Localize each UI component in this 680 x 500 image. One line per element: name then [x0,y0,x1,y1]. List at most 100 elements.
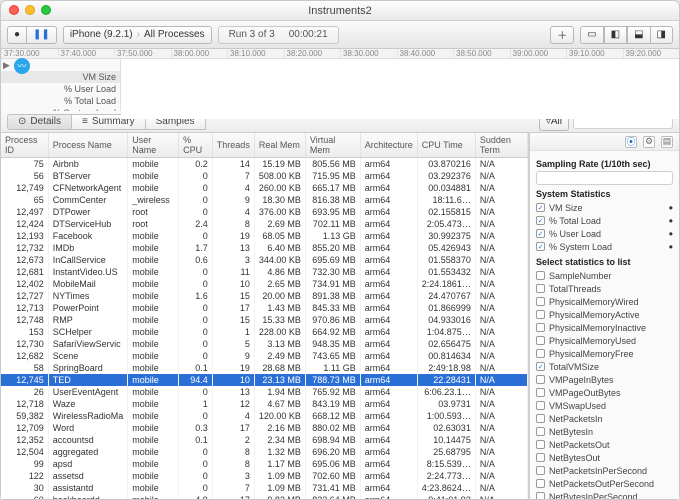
table-row[interactable]: 12,709Wordmobile0.3172.16 MB880.02 MBarm… [1,422,528,434]
column-header[interactable]: User Name [128,133,179,158]
stat-row[interactable]: PhysicalMemoryUsed [536,334,673,347]
stat-row[interactable]: SampleNumber [536,269,673,282]
table-row[interactable]: 12,718Wazemobile1124.67 MB843.19 MBarm64… [1,398,528,410]
stat-row[interactable]: PhysicalMemoryWired [536,295,673,308]
column-header[interactable]: Process Name [48,133,128,158]
stat-row[interactable]: NetPacketsIn [536,412,673,425]
sampling-rate-input[interactable] [536,171,673,185]
table-row[interactable]: 12,497DTPowerroot04376.00 KB693.95 MBarm… [1,206,528,218]
display-settings-icon[interactable]: ⚙ [643,136,655,148]
table-row[interactable]: 12,504aggregatedmobile081.32 MB696.20 MB… [1,446,528,458]
checkbox-icon[interactable] [536,229,545,238]
table-row[interactable]: 12,352accountsdmobile0.122.34 MB698.94 M… [1,434,528,446]
checkbox-icon[interactable] [536,388,545,397]
checkbox-icon[interactable] [536,242,545,251]
table-row[interactable]: 12,745TEDmobile94.41023.13 MB788.73 MBar… [1,374,528,386]
activity-monitor-icon[interactable]: 〰 [14,58,30,74]
stat-row[interactable]: PhysicalMemoryInactive [536,321,673,334]
checkbox-icon[interactable] [536,323,545,332]
column-header[interactable]: Architecture [360,133,417,158]
color-dot-icon[interactable]: • [669,231,673,237]
table-row[interactable]: 56BTServermobile07508.00 KB715.95 MBarm6… [1,170,528,182]
table-row[interactable]: 122assetsdmobile031.09 MB702.60 MBarm642… [1,470,528,482]
checkbox-icon[interactable] [536,216,545,225]
table-row[interactable]: 26UserEventAgentmobile0131.94 MB765.92 M… [1,386,528,398]
column-header[interactable]: Virtual Mem [305,133,360,158]
stat-row[interactable]: VMPageOutBytes [536,386,673,399]
table-row[interactable]: 12,730SafariViewServicmobile053.13 MB948… [1,338,528,350]
checkbox-icon[interactable] [536,492,545,499]
table-row[interactable]: 12,681InstantVideo.USmobile0114.86 MB732… [1,266,528,278]
checkbox-icon[interactable] [536,203,545,212]
checkbox-icon[interactable] [536,310,545,319]
table-row[interactable]: 12,732IMDbmobile1.7136.40 MB855.20 MBarm… [1,242,528,254]
time-ruler[interactable]: 37:30.00037:40.00037:50.00038:00.00038:1… [1,49,679,59]
table-row[interactable]: 12,193Facebookmobile01968.05 MB1.13 GBar… [1,230,528,242]
add-button[interactable]: ＋ [550,26,574,44]
column-header[interactable]: CPU Time [417,133,475,158]
view-mid-button[interactable]: ◧ [604,26,627,44]
stat-row[interactable]: NetBytesInPerSecond [536,490,673,499]
stat-row[interactable]: VMPageInBytes [536,373,673,386]
tab-details[interactable]: ⊙ Details [7,114,72,130]
view-left-button[interactable]: ▭ [580,26,603,44]
stat-row[interactable]: NetPacketsInPerSecond [536,464,673,477]
pause-button[interactable]: ❚❚ [27,26,57,44]
stat-row[interactable]: NetBytesOut [536,451,673,464]
table-row[interactable]: 12,727NYTimesmobile1.61520.00 MB891.38 M… [1,290,528,302]
checkbox-icon[interactable] [536,414,545,423]
view-bottom-button[interactable]: ⬓ [627,26,650,44]
checkbox-icon[interactable] [536,349,545,358]
minimize-icon[interactable] [25,5,35,15]
table-row[interactable]: 60backboarddmobile4.9179.82 MB832.64 MBa… [1,494,528,499]
color-dot-icon[interactable]: • [669,244,673,250]
stat-row[interactable]: TotalThreads [536,282,673,295]
record-button[interactable]: ● [7,26,27,44]
close-icon[interactable] [9,5,19,15]
column-header[interactable]: Process ID [1,133,48,158]
view-right-button[interactable]: ◨ [651,26,673,44]
record-settings-icon[interactable]: ⦿ [625,136,637,148]
stat-row[interactable]: TotalVMSize [536,360,673,373]
table-row[interactable]: 12,673InCallServicemobile0.63344.00 KB69… [1,254,528,266]
table-row[interactable]: 12,749CFNetworkAgentmobile04260.00 KB665… [1,182,528,194]
process-table[interactable]: Process IDProcess NameUser Name% CPUThre… [1,133,529,499]
table-row[interactable]: 12,748RMPmobile01515.33 MB970.86 MBarm64… [1,314,528,326]
table-row[interactable]: 58SpringBoardmobile0.11928.68 MB1.11 GBa… [1,362,528,374]
stat-row[interactable]: NetPacketsOutPerSecond [536,477,673,490]
table-row[interactable]: 75Airbnbmobile0.21415.19 MB805.56 MBarm6… [1,158,528,171]
sysstat-row[interactable]: VM Size• [536,201,673,214]
track-row[interactable]: % Total Load [1,95,120,107]
column-header[interactable]: % CPU [179,133,213,158]
checkbox-icon[interactable] [536,466,545,475]
column-header[interactable]: Sudden Term [475,133,527,158]
checkbox-icon[interactable] [536,453,545,462]
checkbox-icon[interactable] [536,479,545,488]
table-row[interactable]: 153SCHelpermobile01228.00 KB664.92 MBarm… [1,326,528,338]
stat-row[interactable]: NetBytesIn [536,425,673,438]
table-row[interactable]: 99apsdmobile081.17 MB695.06 MBarm648:15.… [1,458,528,470]
table-row[interactable]: 65CommCenter_wireless0918.30 MB816.38 MB… [1,194,528,206]
table-row[interactable]: 12,424DTServiceHubroot2.482.69 MB702.11 … [1,218,528,230]
stat-row[interactable]: VMSwapUsed [536,399,673,412]
stat-row[interactable]: PhysicalMemoryActive [536,308,673,321]
checkbox-icon[interactable] [536,401,545,410]
column-header[interactable]: Threads [212,133,254,158]
table-row[interactable]: 12,713PowerPointmobile0171.43 MB845.33 M… [1,302,528,314]
table-row[interactable]: 12,682Scenemobile092.49 MB743.65 MBarm64… [1,350,528,362]
track-lane[interactable] [121,59,679,119]
table-row[interactable]: 59,382WirelessRadioMamobile04120.00 KB66… [1,410,528,422]
checkbox-icon[interactable] [536,297,545,306]
sysstat-row[interactable]: % System Load• [536,240,673,253]
table-row[interactable]: 12,402MobileMailmobile0102.65 MB734.91 M… [1,278,528,290]
device-select[interactable]: iPhone (9.2.1) › All Processes [63,26,212,44]
extended-detail-icon[interactable]: ▤ [661,136,673,148]
checkbox-icon[interactable] [536,427,545,436]
color-dot-icon[interactable]: • [669,205,673,211]
titlebar[interactable]: Instruments2 [1,1,679,21]
column-header[interactable]: Real Mem [254,133,305,158]
checkbox-icon[interactable] [536,375,545,384]
stat-row[interactable]: PhysicalMemoryFree [536,347,673,360]
checkbox-icon[interactable] [536,362,545,371]
color-dot-icon[interactable]: • [669,218,673,224]
